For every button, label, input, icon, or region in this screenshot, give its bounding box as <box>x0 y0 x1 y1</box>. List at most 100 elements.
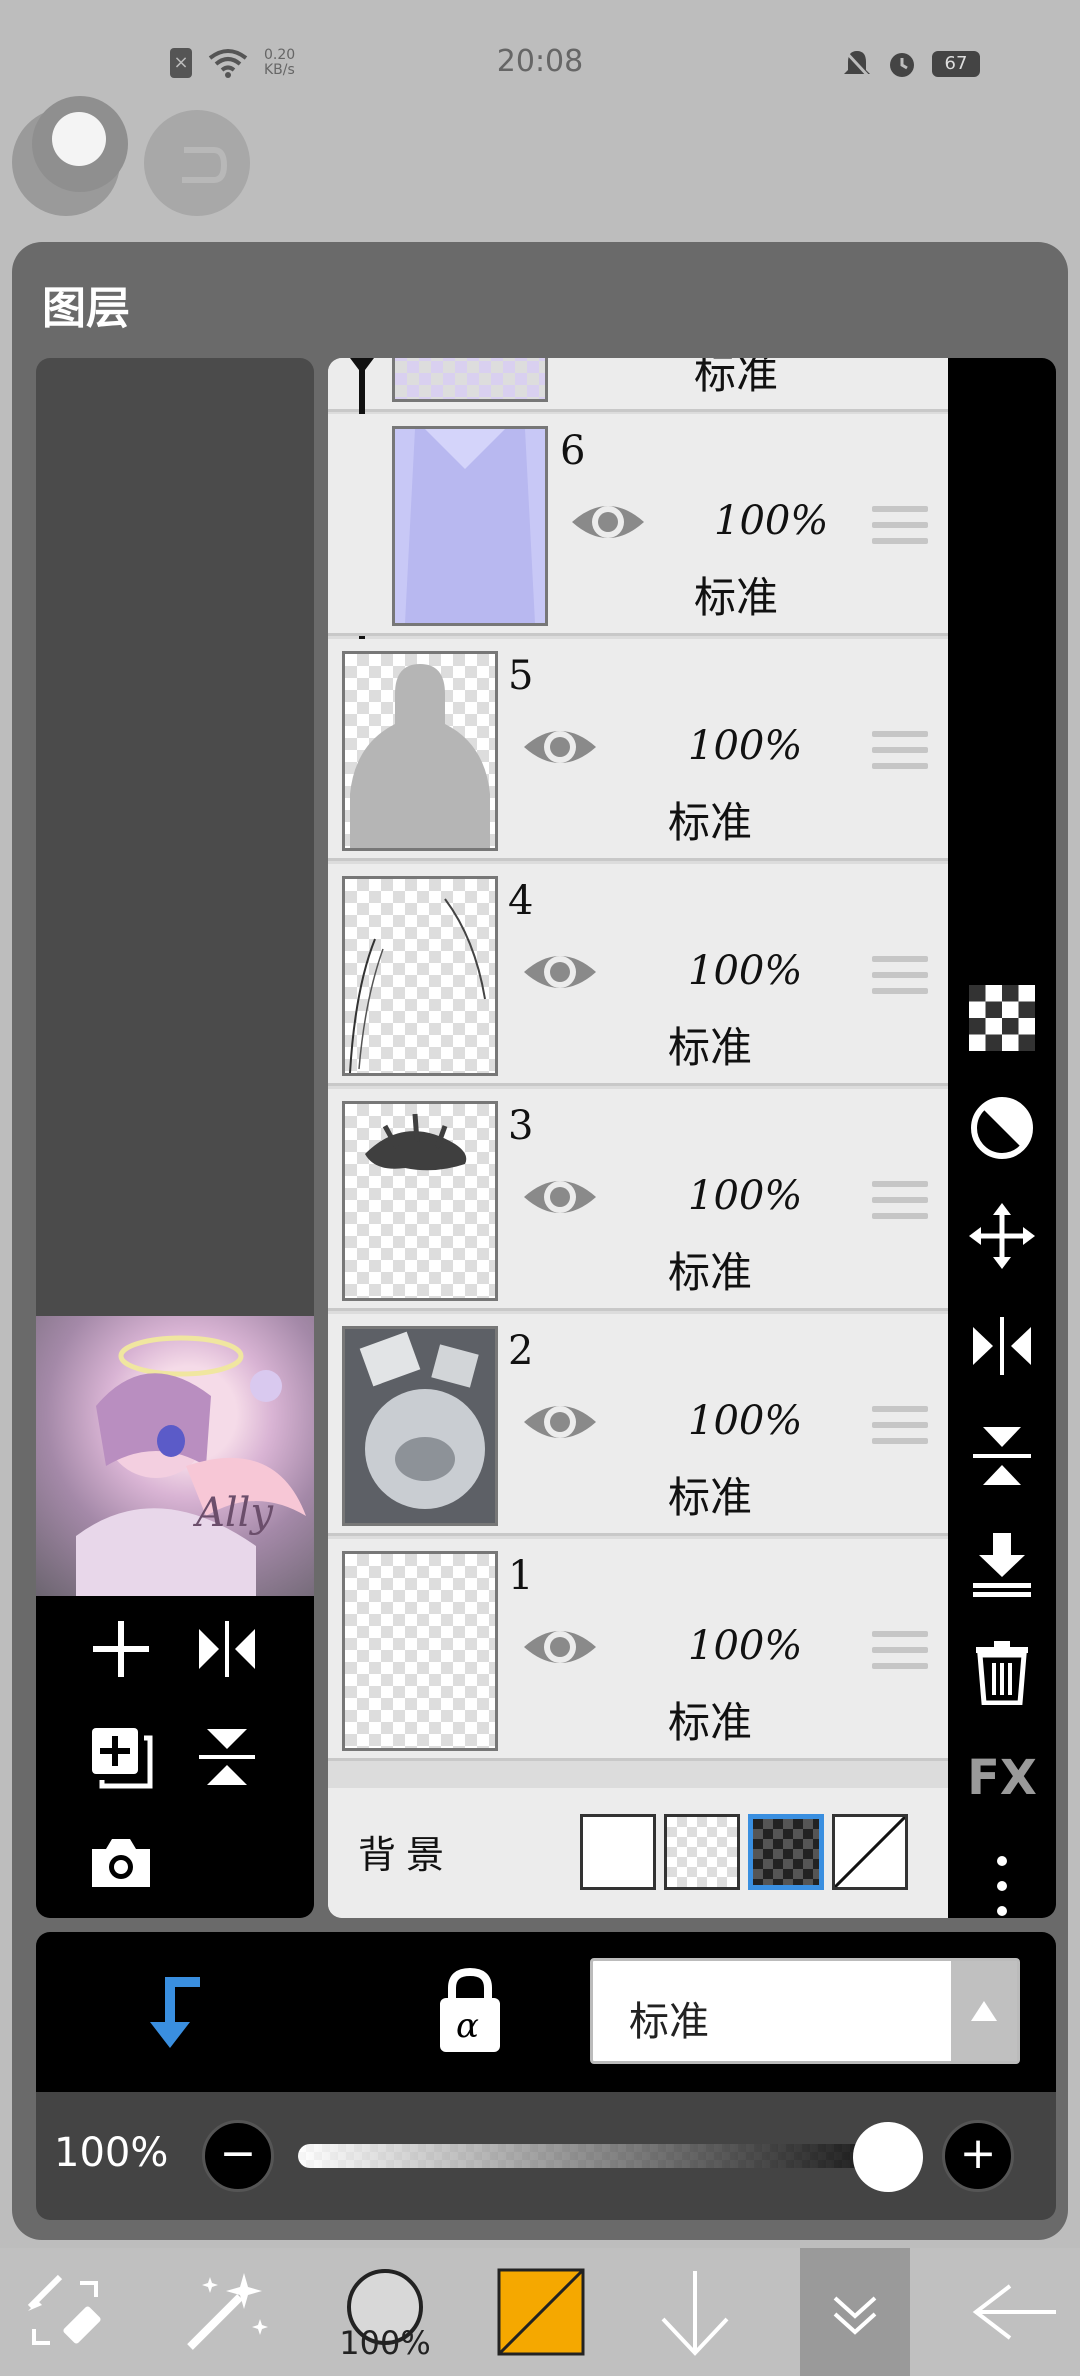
camera-button[interactable] <box>86 1828 156 1898</box>
layer-opacity: 100% <box>714 498 829 544</box>
alpha-lock-button[interactable]: α <box>430 1966 510 2056</box>
panel-title: 图层 <box>42 283 130 334</box>
layer-opacity: 100% <box>688 1623 803 1669</box>
background-transparent-swatch[interactable] <box>832 1814 908 1890</box>
drag-handle-icon[interactable] <box>872 731 928 781</box>
clear-layer-button[interactable] <box>962 1088 1042 1168</box>
layer-thumbnail-art <box>350 664 490 848</box>
bottom-toolbar: 100% <box>0 2248 1080 2376</box>
opacity-slider-knob[interactable] <box>853 2122 923 2192</box>
layer-row[interactable]: 2 100% 标准 <box>328 1314 948 1536</box>
layer-row[interactable]: 1 100% 标准 <box>328 1539 948 1761</box>
layer-thumbnail <box>392 426 548 626</box>
transparency-button[interactable] <box>962 978 1042 1058</box>
flip-layer-horizontal-button[interactable] <box>962 1306 1042 1386</box>
drag-handle-icon[interactable] <box>872 956 928 1006</box>
flip-vertical-icon <box>973 1427 1031 1485</box>
visibility-eye-icon[interactable] <box>520 932 600 1012</box>
layer-thumbnail <box>342 876 498 1076</box>
drag-handle-icon[interactable] <box>872 1631 928 1681</box>
drag-handle-icon[interactable] <box>872 506 928 556</box>
clipping-arrow-blue-icon <box>150 1977 200 2048</box>
layer-blend-mode: 标准 <box>668 1248 753 1297</box>
brush-eraser-swap-icon <box>27 2274 101 2345</box>
layer-number: 2 <box>508 1328 534 1374</box>
fx-button[interactable]: FX <box>962 1738 1042 1818</box>
visibility-eye-icon[interactable] <box>520 1382 600 1462</box>
magic-wand-button[interactable] <box>160 2248 290 2376</box>
layer-number: 4 <box>508 878 534 924</box>
add-layer-button[interactable] <box>86 1614 156 1684</box>
layer-thumbnail-art <box>345 1329 495 1523</box>
duplicate-layer-button[interactable] <box>86 1722 156 1792</box>
layer-row[interactable]: 5 100% 标准 <box>328 639 948 861</box>
visibility-eye-icon[interactable] <box>520 1157 600 1237</box>
background-row: 背景 <box>328 1788 948 1918</box>
opacity-decrease-button[interactable]: − <box>202 2120 274 2192</box>
canvas-thumbnail[interactable]: Ally <box>36 1316 314 1596</box>
diagonal-slash-icon <box>833 1815 907 1889</box>
tool-switch-button[interactable] <box>0 2248 130 2376</box>
more-options-button[interactable] <box>962 1846 1042 1926</box>
visibility-eye-icon[interactable] <box>520 707 600 787</box>
camera-icon <box>92 1839 150 1887</box>
layer-thumbnail <box>342 651 498 851</box>
layer-opacity: 100% <box>688 723 803 769</box>
arrow-left-icon <box>972 2284 1056 2340</box>
merge-down-button[interactable] <box>962 1524 1042 1604</box>
layer-thumbnail <box>392 358 548 402</box>
opacity-slider-track[interactable] <box>298 2144 888 2168</box>
layer-row[interactable]: 6 100% 标准 <box>328 414 948 636</box>
background-light-checker-swatch[interactable] <box>664 1814 740 1890</box>
back-button[interactable] <box>950 2248 1080 2376</box>
layer-number: 6 <box>560 428 586 474</box>
flip-vertical-icon <box>199 1729 255 1785</box>
merge-down-icon <box>973 1533 1031 1597</box>
opacity-increase-button[interactable]: + <box>942 2120 1014 2192</box>
flip-horizontal-icon <box>199 1621 255 1677</box>
blend-bar: α 标准 <box>36 1932 1056 2092</box>
brush-size-button[interactable]: 100% <box>320 2248 450 2376</box>
status-right: 67 <box>842 48 980 80</box>
battery-indicator: 67 <box>932 51 980 77</box>
background-white-swatch[interactable] <box>580 1814 656 1890</box>
layer-number: 3 <box>508 1103 534 1149</box>
duplicate-icon <box>92 1728 153 1789</box>
svg-text:Ally: Ally <box>192 1490 274 1536</box>
plus-icon <box>93 1621 149 1677</box>
visibility-eye-icon[interactable] <box>568 482 648 562</box>
dropdown-arrow-icon <box>951 1961 1017 2061</box>
redo-icon <box>182 147 228 183</box>
move-arrows-icon <box>969 1203 1035 1269</box>
down-arrow-button[interactable] <box>630 2248 760 2376</box>
mute-icon <box>843 49 872 80</box>
layer-panel: 图层 Ally 标准 6 100% 标准 5 100% 标准 4 100% 标准… <box>12 242 1068 2240</box>
drag-handle-icon[interactable] <box>872 1406 928 1456</box>
delete-layer-button[interactable] <box>962 1632 1042 1712</box>
layer-opacity: 100% <box>688 1398 803 1444</box>
redo-button[interactable] <box>144 110 250 216</box>
thumbnail-art: Ally <box>76 1335 306 1596</box>
more-vertical-icon <box>997 1856 1007 1916</box>
layer-number: 5 <box>508 653 534 699</box>
color-button[interactable] <box>476 2248 606 2376</box>
layer-row[interactable]: 3 100% 标准 <box>328 1089 948 1311</box>
layer-thumbnail <box>342 1551 498 1751</box>
arrow-down-icon <box>661 2271 729 2356</box>
layer-blend-mode: 标准 <box>668 1473 753 1522</box>
blend-mode-select[interactable]: 标准 <box>590 1958 1020 2064</box>
visibility-eye-icon[interactable] <box>520 1607 600 1687</box>
background-label: 背景 <box>358 1833 455 1877</box>
layer-row[interactable]: 4 100% 标准 <box>328 864 948 1086</box>
drag-handle-icon[interactable] <box>872 1181 928 1231</box>
right-layer-tools: FX <box>948 358 1056 1918</box>
layer-row-partial[interactable]: 标准 <box>328 358 948 412</box>
collapse-panel-button[interactable] <box>800 2248 910 2376</box>
move-layer-button[interactable] <box>962 1196 1042 1276</box>
flip-horizontal-button[interactable] <box>192 1614 262 1684</box>
flip-vertical-button[interactable] <box>192 1722 262 1792</box>
flip-layer-vertical-button[interactable] <box>962 1416 1042 1496</box>
brush-size-label: 100% <box>339 2324 431 2362</box>
background-dark-checker-swatch[interactable] <box>748 1814 824 1890</box>
clipping-button[interactable] <box>140 1972 220 2052</box>
